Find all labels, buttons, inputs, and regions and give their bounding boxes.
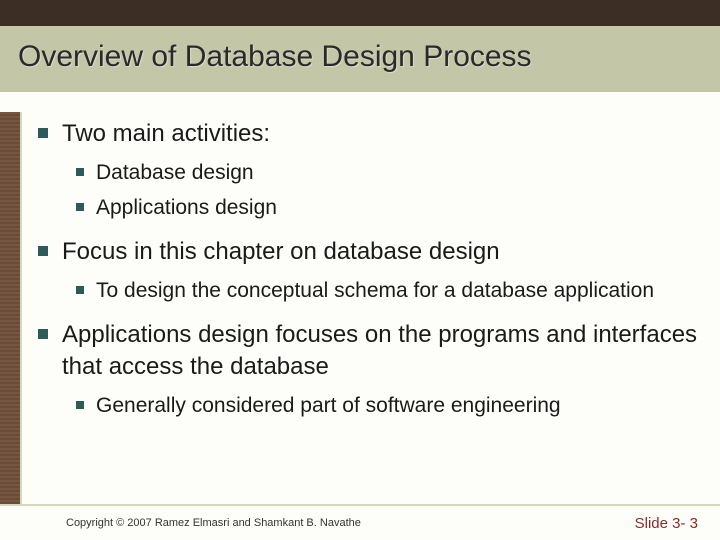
slide-footer: Copyright © 2007 Ramez Elmasri and Shamk… [0, 506, 720, 540]
square-bullet-icon [76, 168, 84, 176]
bullet-text: Database design [96, 159, 254, 187]
square-bullet-icon [38, 329, 48, 339]
square-bullet-icon [76, 203, 84, 211]
square-bullet-icon [38, 128, 48, 138]
bullet-text: To design the conceptual schema for a da… [96, 277, 654, 305]
copyright-text: Copyright © 2007 Ramez Elmasri and Shamk… [66, 517, 361, 529]
square-bullet-icon [38, 246, 48, 256]
slide-title: Overview of Database Design Process [18, 40, 702, 74]
square-bullet-icon [76, 286, 84, 294]
bullet-text: Focus in this chapter on database design [62, 236, 500, 267]
bullet-text: Generally considered part of software en… [96, 392, 561, 420]
title-band: Overview of Database Design Process [0, 26, 720, 92]
square-bullet-icon [76, 401, 84, 409]
slide-number: Slide 3- 3 [635, 515, 698, 532]
bullet-text: Applications design focuses on the progr… [62, 319, 700, 381]
slide-body: Two main activities: Database design App… [38, 118, 700, 434]
bullet-text: Two main activities: [62, 118, 270, 149]
top-accent-bar [0, 0, 720, 26]
bullet-text: Applications design [96, 194, 277, 222]
left-accent-strip [0, 112, 22, 506]
